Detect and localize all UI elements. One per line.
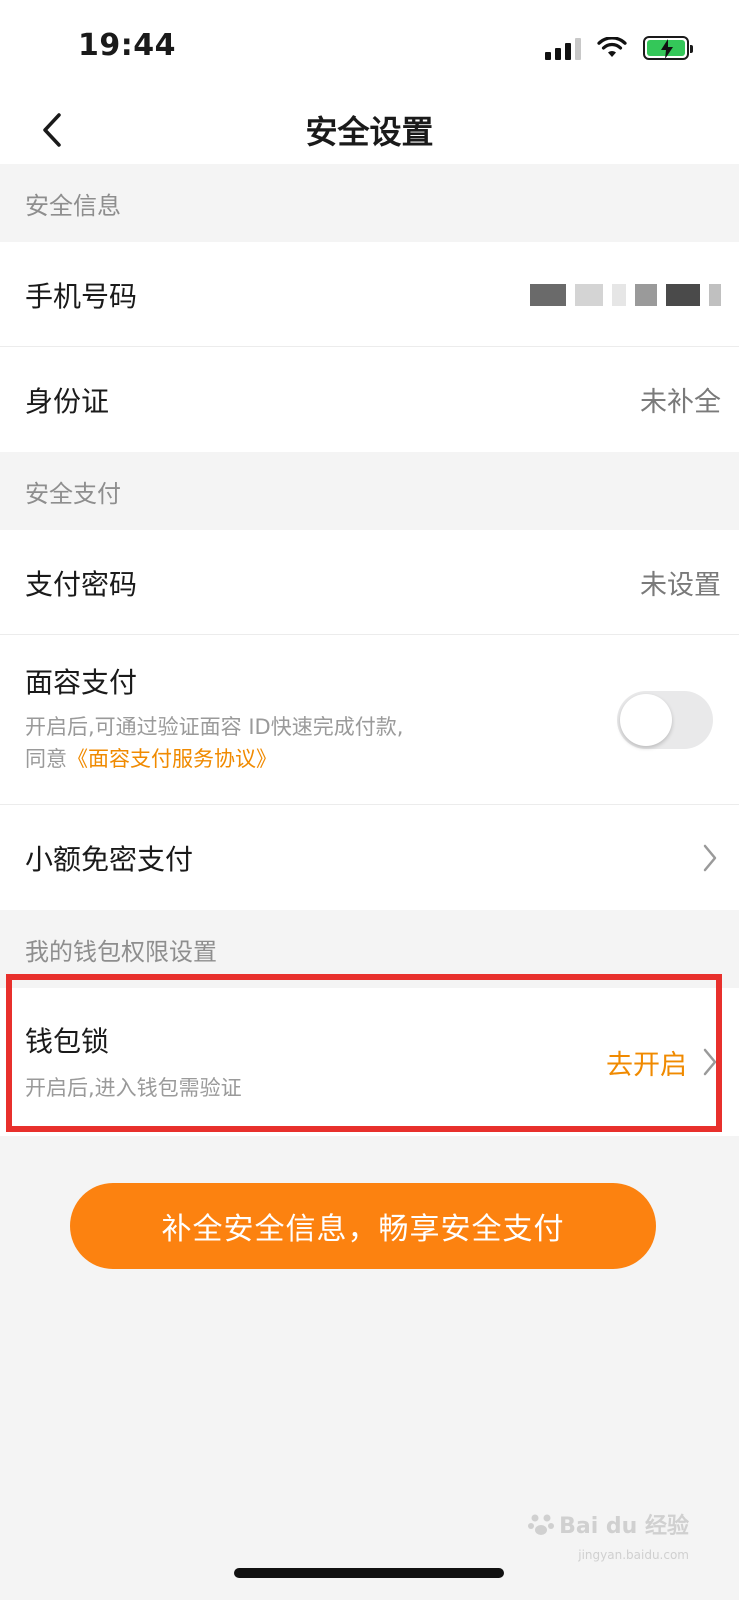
- id-card-value: 未补全: [640, 387, 721, 418]
- face-pay-agreement-link[interactable]: 《面容支付服务协议》: [67, 747, 277, 771]
- wallet-lock-description: 开启后,进入钱包需验证: [25, 1076, 242, 1100]
- face-pay-label: 面容支付: [25, 666, 138, 699]
- complete-security-info-button[interactable]: 补全安全信息，畅享安全支付: [70, 1183, 656, 1269]
- watermark-brand: Bai du 经验: [559, 1514, 689, 1539]
- paw-icon: [528, 1514, 555, 1535]
- baidu-jingyan-watermark: Bai du 经验: [527, 1508, 689, 1540]
- page-title: 安全设置: [305, 113, 434, 151]
- home-indicator: [234, 1568, 504, 1578]
- wallet-lock-enable-action[interactable]: 去开启: [606, 1043, 687, 1082]
- id-card-label: 身份证: [25, 384, 110, 418]
- section-header-security-pay: 安全支付: [0, 452, 739, 530]
- toggle-knob: [620, 694, 672, 746]
- phone-number-label: 手机号码: [25, 279, 138, 313]
- section-header-security-info: 安全信息: [0, 164, 739, 242]
- chevron-left-icon: [43, 113, 61, 147]
- face-pay-toggle[interactable]: [617, 691, 713, 749]
- cellular-signal-icon: [545, 36, 581, 60]
- face-pay-description: 开启后,可通过验证面容 ID快速完成付款, 同意《面容支付服务协议》: [25, 711, 403, 775]
- nav-bar: 安全设置: [0, 96, 739, 164]
- small-pay-label: 小额免密支付: [25, 842, 194, 876]
- face-pay-row: 面容支付 开启后,可通过验证面容 ID快速完成付款, 同意《面容支付服务协议》: [0, 635, 739, 805]
- face-pay-desc-line1: 开启后,可通过验证面容 ID快速完成付款,: [25, 715, 404, 739]
- phone-number-row[interactable]: 手机号码: [0, 242, 739, 347]
- wallet-lock-row[interactable]: 钱包锁 开启后,进入钱包需验证 去开启: [0, 988, 739, 1136]
- face-pay-desc-prefix: 同意: [25, 747, 67, 771]
- chevron-right-icon: [699, 1044, 721, 1080]
- pay-password-label: 支付密码: [25, 567, 138, 601]
- section-header-wallet-permissions: 我的钱包权限设置: [0, 910, 739, 988]
- wallet-lock-label: 钱包锁: [25, 1025, 110, 1058]
- face-pay-text: 面容支付 开启后,可通过验证面容 ID快速完成付款, 同意《面容支付服务协议》: [25, 661, 403, 775]
- status-time: 19:44: [78, 28, 176, 63]
- pay-password-value: 未设置: [640, 570, 721, 601]
- chevron-right-icon: [699, 840, 721, 876]
- status-bar: 19:44: [0, 0, 739, 96]
- watermark-url: jingyan.baidu.com: [578, 1548, 689, 1562]
- wallet-lock-text: 钱包锁 开启后,进入钱包需验证: [25, 1020, 242, 1104]
- back-button[interactable]: [30, 108, 74, 152]
- pay-password-row[interactable]: 支付密码 未设置: [0, 530, 739, 635]
- id-card-row[interactable]: 身份证 未补全: [0, 347, 739, 452]
- face-pay-desc-line2: 同意《面容支付服务协议》: [25, 743, 403, 775]
- small-pay-row[interactable]: 小额免密支付: [0, 805, 739, 910]
- battery-charging-icon: [643, 36, 693, 60]
- masked-phone-value: [530, 283, 721, 306]
- wifi-icon: [597, 37, 627, 57]
- status-icons: [545, 36, 693, 60]
